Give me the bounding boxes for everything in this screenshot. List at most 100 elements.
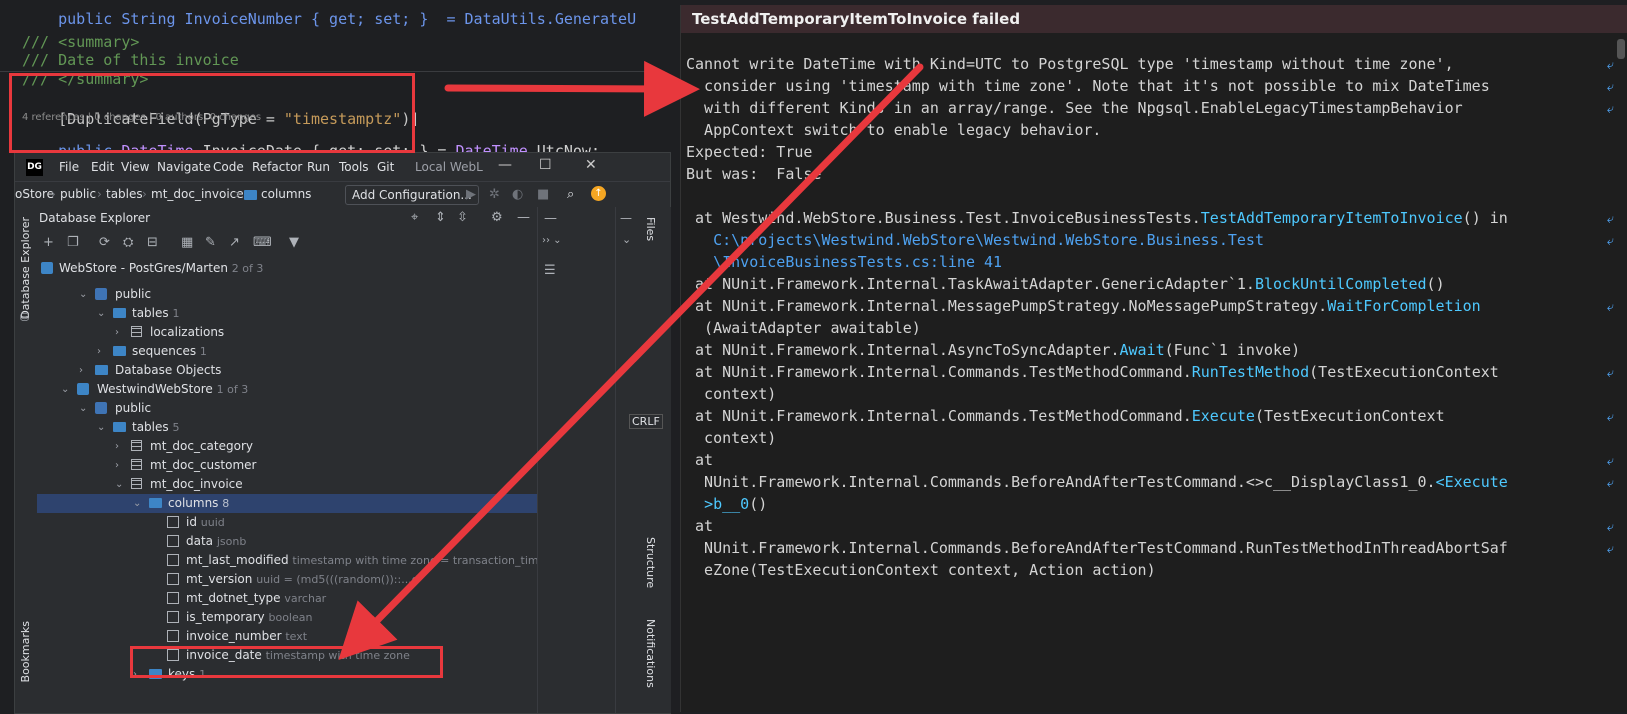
chevron-right-icon[interactable]: › bbox=[97, 342, 101, 361]
tree-node-database[interactable]: ⌄ WestwindWebStore 1 of 3 bbox=[37, 380, 537, 399]
add-icon[interactable]: + bbox=[43, 235, 54, 250]
tool-tab-notifications[interactable]: Notifications bbox=[644, 619, 657, 688]
search-icon[interactable]: ⌕ bbox=[567, 187, 574, 202]
disconnect-icon[interactable]: ⊟ bbox=[147, 235, 158, 250]
tree-node-column[interactable]: data jsonb bbox=[37, 532, 537, 551]
tree-node-column[interactable]: mt_dotnet_type varchar bbox=[37, 589, 537, 608]
tree-node-table[interactable]: › mt_doc_customer bbox=[37, 456, 537, 475]
debug-icon[interactable]: ✲ bbox=[489, 187, 500, 202]
tree-node-schema[interactable]: ⌄ public bbox=[37, 285, 537, 304]
chevron-down-icon[interactable]: ⌄ bbox=[133, 494, 141, 513]
jump-icon[interactable]: ↗ bbox=[229, 235, 240, 250]
tool-tab-files[interactable]: Files bbox=[644, 217, 657, 241]
menu-view[interactable]: View bbox=[121, 160, 149, 174]
hide-icon[interactable]: — bbox=[544, 211, 557, 226]
locate-icon[interactable]: ⌖ bbox=[411, 210, 418, 225]
column-icon bbox=[167, 611, 179, 623]
chevron-right-icon[interactable]: › bbox=[115, 437, 119, 456]
chevron-right-icon[interactable]: › bbox=[115, 456, 119, 475]
table-icon[interactable]: ▦ bbox=[181, 235, 193, 250]
stack-frame-cont: NUnit.Framework.Internal.Commands.Before… bbox=[686, 473, 1508, 491]
source-path-link[interactable]: C:\projects\Westwind.WebStore\Westwind.W… bbox=[686, 229, 1264, 251]
chevron-down-icon[interactable]: ⌄ bbox=[97, 304, 105, 323]
hide-icon[interactable]: — bbox=[517, 210, 530, 225]
edit-icon[interactable]: ✎ bbox=[205, 235, 216, 250]
breadcrumb-item[interactable]: public bbox=[60, 187, 96, 201]
tree-node-datasource[interactable]: WebStore - PostGres/Marten 2 of 3 bbox=[37, 259, 537, 278]
collapse-all-icon[interactable]: ⇳ bbox=[457, 210, 468, 225]
gear-icon[interactable]: ⚙ bbox=[491, 210, 503, 225]
source-path-link[interactable]: \InvoiceBusinessTests.cs:line 41 bbox=[686, 251, 1002, 273]
breadcrumb-item[interactable]: oStore bbox=[15, 187, 54, 201]
table-icon bbox=[131, 478, 142, 489]
chevron-down-icon[interactable]: ⌄ bbox=[79, 285, 87, 304]
expand-icon[interactable]: ›› ⌄ bbox=[542, 235, 562, 246]
menu-refactor[interactable]: Refactor bbox=[252, 160, 302, 174]
stack-method-link[interactable]: TestAddTemporaryItemToInvoice bbox=[1201, 209, 1463, 227]
tree-node-column[interactable]: id uuid bbox=[37, 513, 537, 532]
coverage-icon[interactable]: ◐ bbox=[512, 187, 523, 202]
breadcrumb-item[interactable]: columns bbox=[261, 187, 311, 201]
chevron-down-icon[interactable]: ⌄ bbox=[79, 399, 87, 418]
menu-navigate[interactable]: Navigate bbox=[157, 160, 211, 174]
chevron-down-icon[interactable]: ⌄ bbox=[61, 380, 69, 399]
chevron-down-icon[interactable]: ⌄ bbox=[115, 475, 123, 494]
soft-wrap-icon: ⤶ bbox=[1606, 542, 1614, 557]
menu-git[interactable]: Git bbox=[377, 160, 394, 174]
tree-node-database-objects[interactable]: › Database Objects bbox=[37, 361, 537, 380]
tool-tab-structure[interactable]: Structure bbox=[644, 537, 657, 588]
tool-tab-bookmarks[interactable]: Bookmarks bbox=[19, 621, 32, 682]
menu-file[interactable]: File bbox=[59, 160, 79, 174]
minimize-button[interactable]: — bbox=[498, 157, 512, 173]
soft-wrap-icon: ⤶ bbox=[1606, 366, 1614, 381]
chevron-down-icon[interactable]: ⌄ bbox=[97, 418, 105, 437]
stack-frame: at NUnit.Framework.Internal.Commands.Tes… bbox=[686, 363, 1499, 381]
error-message-line: with different Kinds in an array/range. … bbox=[686, 99, 1463, 117]
stack-method-link[interactable]: RunTestMethod bbox=[1192, 363, 1309, 381]
stack-method-link[interactable]: Execute bbox=[1192, 407, 1255, 425]
sort-icon[interactable]: ☰ bbox=[544, 263, 556, 278]
chevron-right-icon[interactable]: › bbox=[79, 361, 83, 380]
scrollbar[interactable] bbox=[1617, 39, 1625, 59]
chevron-down-icon[interactable]: ⌄ bbox=[622, 233, 631, 246]
stack-method-link[interactable]: BlockUntilCompleted bbox=[1255, 275, 1427, 293]
stop-icon[interactable]: ■ bbox=[537, 187, 549, 202]
tree-node-columns-selected[interactable]: ⌄ columns 8 bbox=[37, 494, 537, 513]
tool-tab-database-explorer[interactable]: Database Explorer bbox=[19, 217, 32, 319]
chevron-right-icon[interactable]: › bbox=[115, 323, 119, 342]
breadcrumb-item[interactable]: mt_doc_invoice bbox=[151, 187, 244, 201]
stack-method-link[interactable]: >b__0 bbox=[704, 495, 749, 513]
tree-node-table[interactable]: › localizations bbox=[37, 323, 537, 342]
tree-node-table[interactable]: ⌄ mt_doc_invoice bbox=[37, 475, 537, 494]
tree-node-schema[interactable]: ⌄ public bbox=[37, 399, 537, 418]
close-button[interactable]: ✕ bbox=[585, 157, 597, 173]
menu-edit[interactable]: Edit bbox=[91, 160, 114, 174]
tree-node-column[interactable]: mt_version uuid = (md5(((random())::...d bbox=[37, 570, 537, 589]
tree-node-table[interactable]: › mt_doc_category bbox=[37, 437, 537, 456]
run-icon[interactable]: ▶ bbox=[466, 187, 476, 202]
filter-icon[interactable]: ▼ bbox=[289, 235, 299, 250]
menu-tools[interactable]: Tools bbox=[339, 160, 369, 174]
tree-node-column[interactable]: is_temporary boolean bbox=[37, 608, 537, 627]
tree-node-tables[interactable]: ⌄ tables 5 bbox=[37, 418, 537, 437]
tree-node-column[interactable]: invoice_number text bbox=[37, 627, 537, 646]
tree-node-tables[interactable]: ⌄ tables 1 bbox=[37, 304, 537, 323]
minimize-icon[interactable]: — bbox=[620, 211, 632, 225]
tree-node-sequences[interactable]: › sequences 1 bbox=[37, 342, 537, 361]
add-configuration-button[interactable]: Add Configuration... bbox=[345, 185, 479, 205]
line-separator[interactable]: CRLF bbox=[629, 414, 663, 429]
stack-method-link[interactable]: Await bbox=[1119, 341, 1164, 359]
schema-icon[interactable]: ⛭ bbox=[123, 235, 133, 250]
expand-all-icon[interactable]: ⇕ bbox=[435, 210, 446, 225]
breadcrumb-item[interactable]: tables bbox=[106, 187, 143, 201]
refresh-icon[interactable]: ⟳ bbox=[99, 235, 110, 250]
menu-code[interactable]: Code bbox=[213, 160, 244, 174]
console-icon[interactable]: ⌨ bbox=[253, 235, 272, 250]
menu-run[interactable]: Run bbox=[307, 160, 330, 174]
maximize-button[interactable]: ☐ bbox=[539, 157, 552, 173]
update-icon[interactable]: ↑ bbox=[591, 186, 606, 201]
tree-node-column[interactable]: mt_last_modified timestamp with time zon… bbox=[37, 551, 537, 570]
stack-method-link[interactable]: <Execute bbox=[1436, 473, 1508, 491]
copy-icon[interactable]: ❐ bbox=[67, 235, 79, 250]
stack-method-link[interactable]: WaitForCompletion bbox=[1327, 297, 1481, 315]
